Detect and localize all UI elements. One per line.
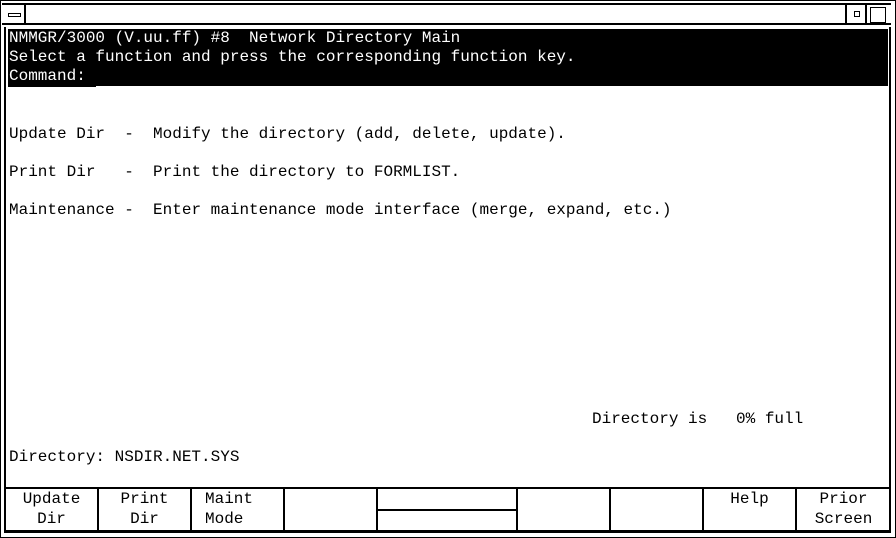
menu-item-update-dir: Update Dir - Modify the directory (add, … — [9, 125, 566, 144]
menu-item-print-dir: Print Dir - Print the directory to FORML… — [9, 163, 460, 182]
fkey-7-blank[interactable] — [611, 489, 704, 530]
screen-title: NMMGR/3000 (V.uu.ff) #8 Network Director… — [9, 29, 461, 47]
menu-item-desc: Modify the directory (add, delete, updat… — [153, 125, 566, 143]
screen-header: NMMGR/3000 (V.uu.ff) #8 Network Director… — [8, 29, 888, 87]
menu-item-sep: - — [124, 163, 134, 181]
menu-item-desc: Enter maintenance mode interface (merge,… — [153, 201, 672, 219]
command-label: Command: — [9, 67, 86, 85]
maximize-button[interactable] — [869, 5, 889, 25]
fkey-5-blank[interactable] — [378, 489, 518, 530]
minimize-icon — [854, 11, 860, 17]
menu-item-sep: - — [124, 201, 134, 219]
system-menu-icon — [8, 13, 21, 17]
window-border-left — [4, 27, 6, 533]
directory-name: Directory: NSDIR.NET.SYS — [9, 448, 240, 466]
minimize-button[interactable] — [845, 5, 867, 25]
fkey-help[interactable]: Help — [704, 489, 797, 530]
fkey-print-dir[interactable]: Print Dir — [99, 489, 192, 530]
fkey-prior-screen[interactable]: Prior Screen — [797, 489, 890, 530]
function-key-bar: Update Dir Print Dir Maint Mode Help Prior S… — [6, 487, 890, 533]
title-bar[interactable] — [2, 3, 891, 25]
maximize-icon — [870, 7, 886, 23]
fkey-maint-mode[interactable]: Maint Mode — [192, 489, 285, 530]
menu-item-maintenance: Maintenance - Enter maintenance mode int… — [9, 201, 672, 220]
menu-item-desc: Print the directory to FORMLIST. — [153, 163, 461, 181]
instruction-text: Select a function and press the correspo… — [9, 48, 576, 66]
system-menu-button[interactable] — [4, 5, 26, 25]
menu-item-label: Print Dir — [9, 163, 125, 181]
fkey-6-blank[interactable] — [518, 489, 611, 530]
menu-item-label: Update Dir — [9, 125, 125, 143]
menu-item-sep: - — [124, 125, 134, 143]
command-row: Command: — [8, 67, 888, 86]
fkey-4-blank[interactable] — [285, 489, 378, 530]
menu-item-label: Maintenance — [9, 201, 125, 219]
window-border-right — [889, 27, 891, 533]
command-input[interactable] — [96, 86, 888, 87]
fkey-update-dir[interactable]: Update Dir — [6, 489, 99, 530]
directory-usage-status: Directory is 0% full — [592, 410, 804, 428]
